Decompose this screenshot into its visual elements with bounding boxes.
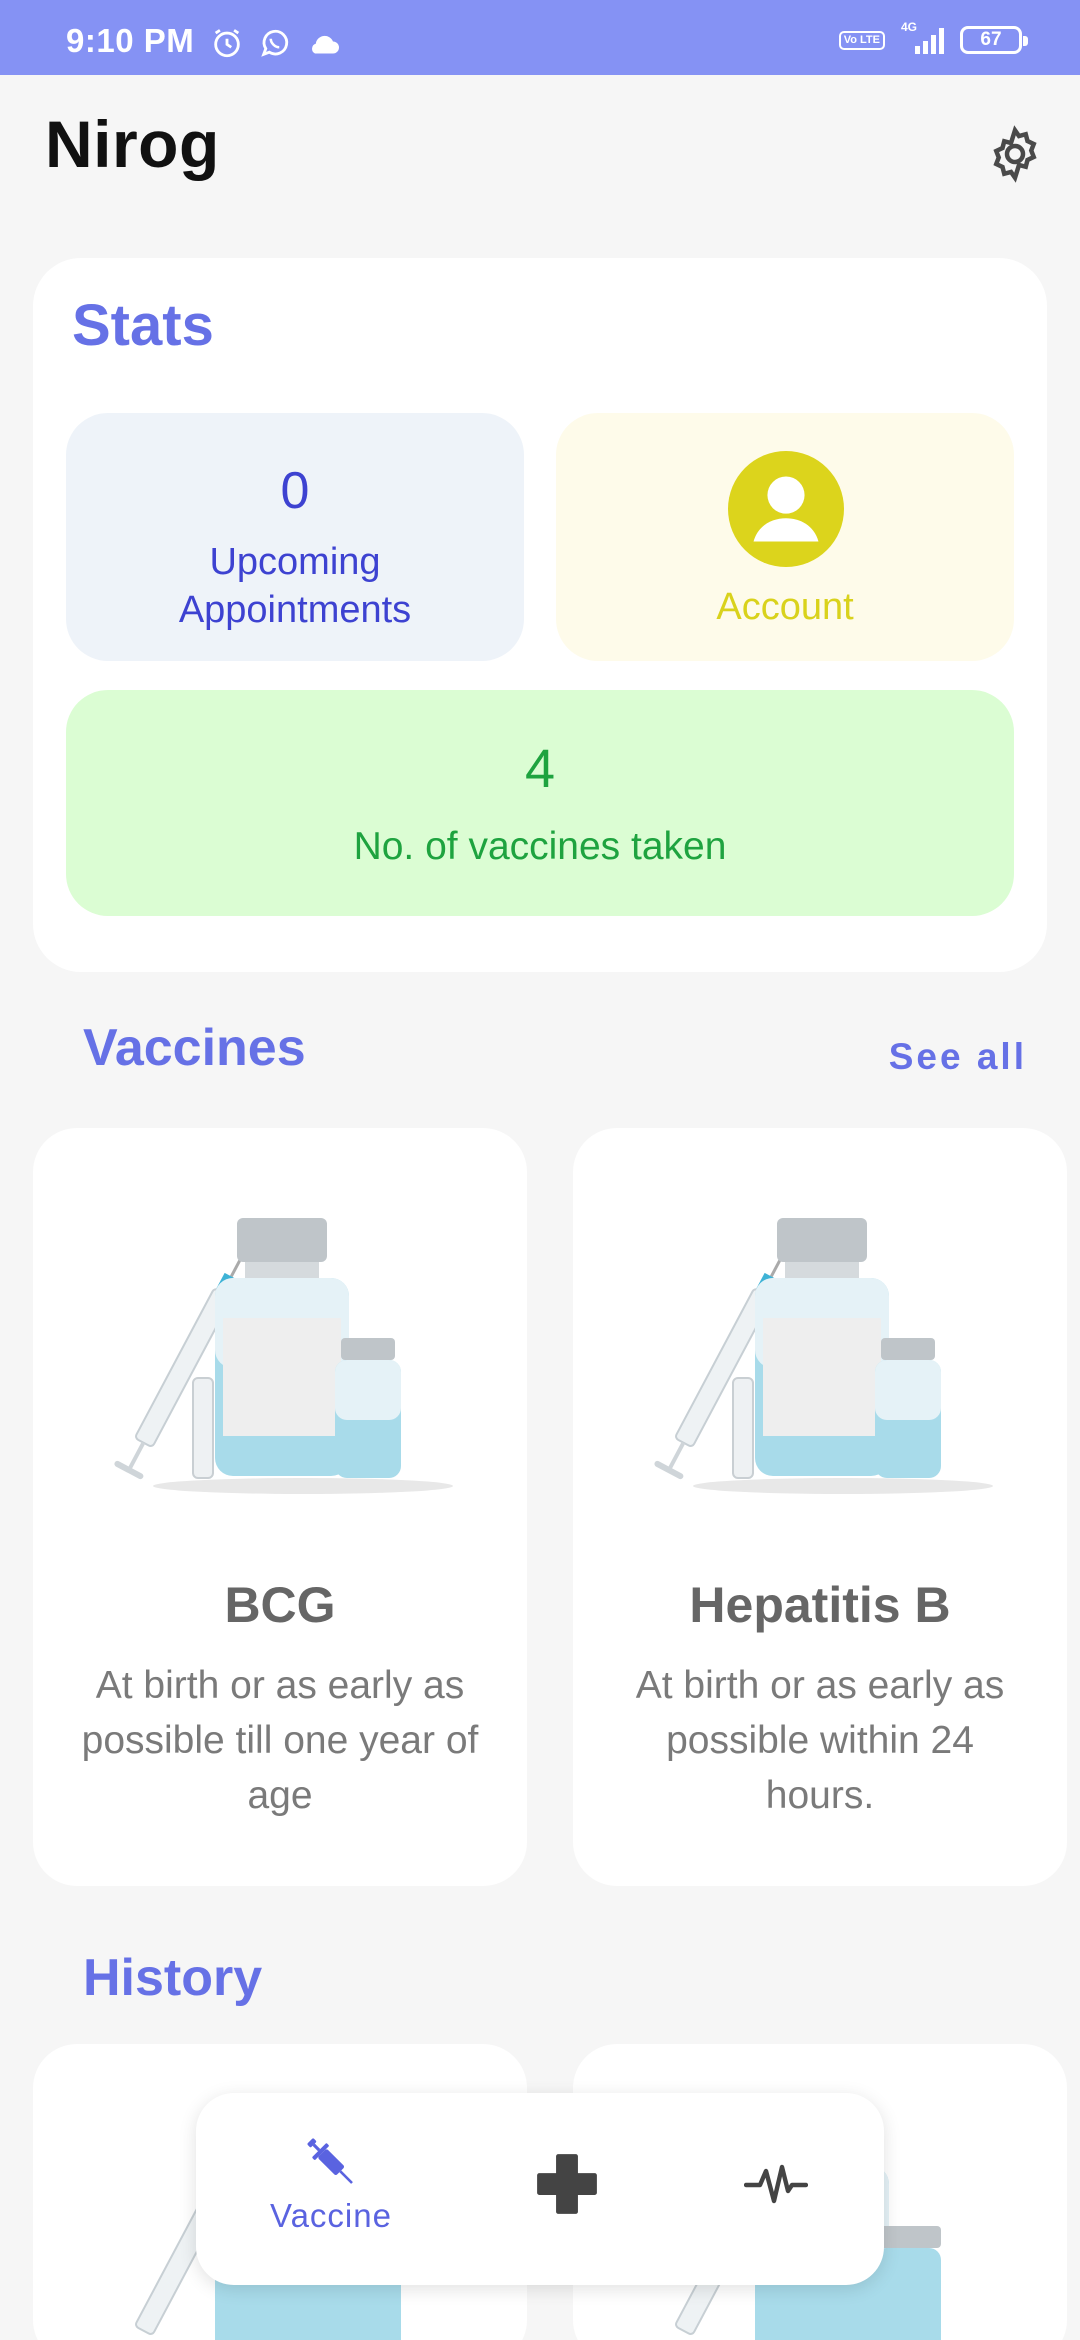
battery-icon: 67: [960, 26, 1028, 54]
upcoming-count: 0: [280, 462, 310, 520]
vaccine-card-bcg[interactable]: BCG At birth or as early as possible til…: [33, 1128, 527, 1886]
upcoming-label: Upcoming Appointments: [66, 538, 524, 634]
cloud-icon: [312, 35, 339, 54]
system-icons: Vo LTE 4G 67: [838, 20, 1028, 54]
vaccines-taken-label: No. of vaccines taken: [353, 825, 727, 868]
vaccines-taken-tile[interactable]: 4 No. of vaccines taken: [66, 690, 1014, 916]
alarm-icon: [214, 29, 240, 58]
vaccine-card-hepatitis-b[interactable]: Hepatitis B At birth or as early as poss…: [573, 1128, 1067, 1886]
vaccines-count: 4: [524, 739, 556, 799]
upcoming-appointments-tile[interactable]: 0 Upcoming Appointments: [66, 413, 524, 661]
vaccine-name: BCG: [224, 1577, 336, 1633]
vaccine-vial-image: [654, 1218, 993, 1494]
nav-vaccine-label: Vaccine: [270, 2197, 392, 2234]
upcoming-label-line2: Appointments: [178, 589, 412, 631]
volte-icon: Vo LTE: [838, 30, 885, 50]
notification-icons: [210, 26, 342, 60]
vaccine-description: At birth or as early as possible within …: [635, 1664, 1005, 1817]
upcoming-label-line1: Upcoming: [209, 541, 381, 583]
signal-icon: 4G: [901, 20, 944, 54]
status-time: 9:10 PM: [66, 22, 195, 59]
account-tile[interactable]: Account: [556, 413, 1014, 661]
app-title: Nirog: [45, 107, 220, 181]
vaccine-name: Hepatitis B: [689, 1577, 951, 1633]
status-bar: 9:10 PM Vo LTE 4G 67: [0, 0, 1080, 75]
vaccine-vial-image: [114, 1218, 453, 1494]
vaccines-section-title: Vaccines: [83, 1019, 306, 1077]
whatsapp-icon: [261, 29, 289, 57]
stats-title: Stats: [72, 293, 214, 358]
bottom-nav: Vaccine: [196, 2093, 884, 2285]
history-section-title: History: [83, 1949, 263, 2007]
add-icon[interactable]: [532, 2149, 602, 2219]
settings-gear-icon[interactable]: [985, 124, 1045, 184]
account-label: Account: [716, 586, 854, 628]
see-all-link[interactable]: See all: [889, 1036, 1027, 1078]
vaccine-description: At birth or as early as possible till on…: [81, 1664, 479, 1817]
account-avatar-icon: [728, 451, 844, 567]
syringe-icon: [307, 2138, 353, 2184]
pulse-icon[interactable]: [744, 2163, 808, 2207]
nav-vaccine[interactable]: Vaccine: [266, 2131, 396, 2235]
network-type: 4G: [901, 20, 918, 34]
